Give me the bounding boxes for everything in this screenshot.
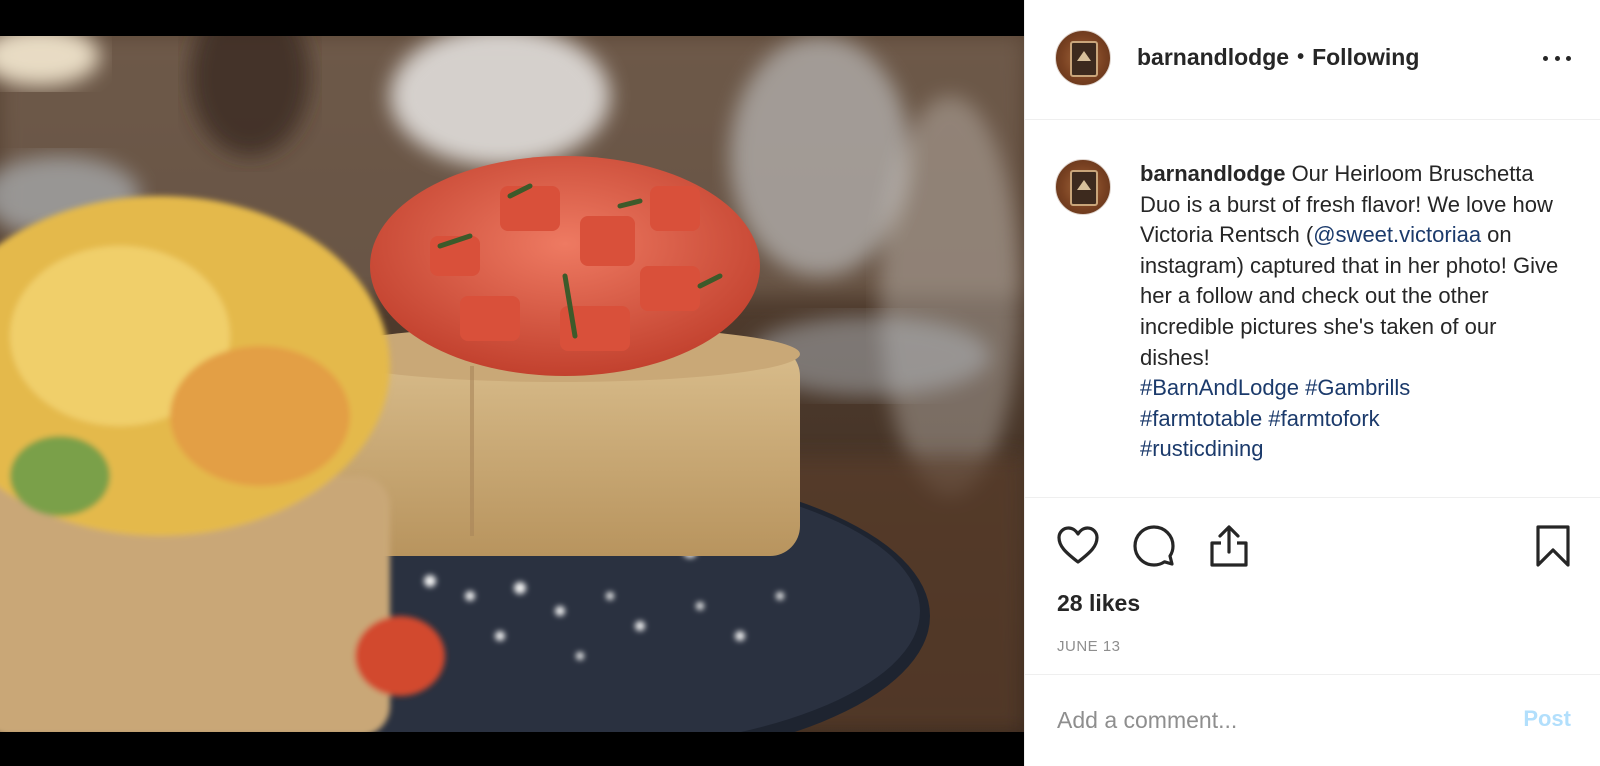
caption-area[interactable]: barnandlodge Our Heirloom Bruschetta Duo… — [1025, 121, 1600, 495]
action-bar: 28 likes JUNE 13 — [1025, 497, 1600, 675]
share-icon[interactable] — [1206, 523, 1252, 569]
comment-input[interactable] — [1057, 700, 1477, 740]
mention-link[interactable]: @sweet.victoriaa — [1313, 222, 1481, 247]
comment-icon[interactable] — [1131, 523, 1177, 569]
dot-icon — [1566, 55, 1571, 61]
avatar[interactable] — [1055, 30, 1111, 86]
heart-icon[interactable] — [1055, 523, 1101, 569]
following-button[interactable]: Following — [1312, 44, 1419, 71]
username-link[interactable]: barnandlodge — [1137, 44, 1289, 71]
bruschetta-photo — [0, 36, 1024, 732]
hashtag-link[interactable]: #farmtofork — [1268, 406, 1379, 431]
post-date: JUNE 13 — [1057, 638, 1121, 655]
hashtag-list: #BarnAndLodge #Gambrills #farmtotable #f… — [1140, 373, 1560, 465]
post-photo[interactable] — [0, 36, 1024, 732]
bookmark-icon[interactable] — [1530, 523, 1576, 569]
more-options-icon[interactable] — [1543, 44, 1571, 72]
caption-text: barnandlodge Our Heirloom Bruschetta Duo… — [1140, 159, 1560, 465]
separator-dot: • — [1297, 46, 1305, 68]
post-comment-button[interactable]: Post — [1523, 706, 1571, 732]
dot-icon — [1543, 55, 1548, 61]
logo-icon — [1077, 180, 1091, 190]
hashtag-link[interactable]: #BarnAndLodge — [1140, 375, 1299, 400]
logo-icon — [1077, 51, 1091, 61]
hashtag-link[interactable]: #Gambrills — [1305, 375, 1410, 400]
dot-icon — [1554, 55, 1560, 61]
hashtag-link[interactable]: #rusticdining — [1140, 436, 1264, 461]
caption-username-link[interactable]: barnandlodge — [1140, 161, 1285, 186]
likes-count[interactable]: 28 likes — [1057, 590, 1140, 617]
avatar[interactable] — [1055, 159, 1111, 215]
post-side-panel: barnandlodge • Following barnandlodge Ou… — [1024, 0, 1600, 766]
post-header: barnandlodge • Following — [1025, 0, 1600, 120]
comment-bar: Post — [1025, 676, 1600, 766]
post-photo-panel — [0, 0, 1024, 766]
header-user-line: barnandlodge • Following — [1137, 44, 1419, 71]
hashtag-link[interactable]: #farmtotable — [1140, 406, 1262, 431]
